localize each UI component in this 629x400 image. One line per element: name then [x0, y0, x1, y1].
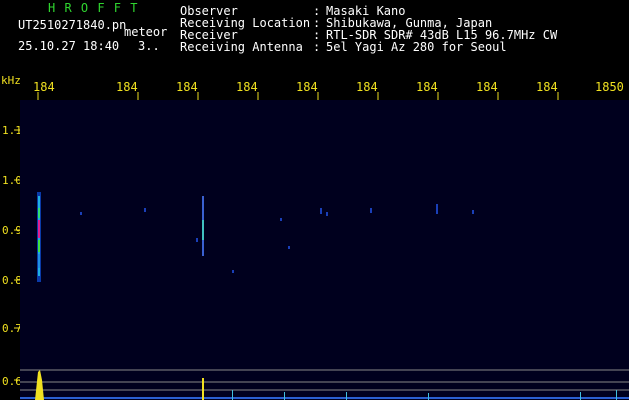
signal-spike	[580, 392, 581, 400]
trace-dot	[436, 204, 438, 214]
file-name: UT2510271840.pn	[18, 18, 127, 32]
app-title: H R O F F T	[48, 1, 139, 15]
info-sep: :	[313, 40, 321, 54]
echo-core-blue	[38, 254, 40, 268]
trace-dot	[144, 208, 146, 212]
trace-dot	[326, 212, 328, 216]
trace-dot	[370, 208, 372, 213]
info-row-antenna: Receiving Antenna:5el Yagi Az 280 for Se…	[180, 41, 507, 53]
timestamp: 25.10.27 18:40	[18, 39, 120, 53]
info-label: Receiving Antenna	[180, 40, 303, 54]
trace-dot	[288, 246, 290, 249]
y-axis-ticks	[14, 129, 20, 381]
x-axis-ticks	[37, 92, 559, 100]
signal-spike	[232, 390, 233, 400]
trace-dot	[196, 238, 198, 242]
signal-peak-minor	[202, 378, 204, 400]
trace-dot	[232, 270, 234, 273]
echo-core-green	[38, 208, 40, 218]
signal-spike	[346, 392, 347, 400]
trace-dot	[320, 208, 322, 214]
detection-tag: meteor	[124, 25, 168, 39]
trace-vertical-core	[202, 220, 204, 240]
spectrogram-plot	[20, 100, 629, 400]
trace-dot	[80, 212, 82, 215]
echo-core-magenta	[38, 220, 40, 238]
signal-spike	[616, 390, 617, 400]
trace-dot	[280, 218, 282, 221]
signal-spike	[284, 392, 285, 400]
meteor-echo	[37, 192, 41, 282]
trace-dot	[472, 210, 474, 214]
echo-core-green-2	[38, 240, 40, 252]
signal-spike	[428, 393, 429, 400]
y-axis-unit: kHz	[1, 74, 21, 87]
echo-count: 3..	[138, 39, 160, 53]
info-value: 5el Yagi Az 280 for Seoul	[326, 40, 507, 54]
plot-background	[20, 100, 629, 400]
